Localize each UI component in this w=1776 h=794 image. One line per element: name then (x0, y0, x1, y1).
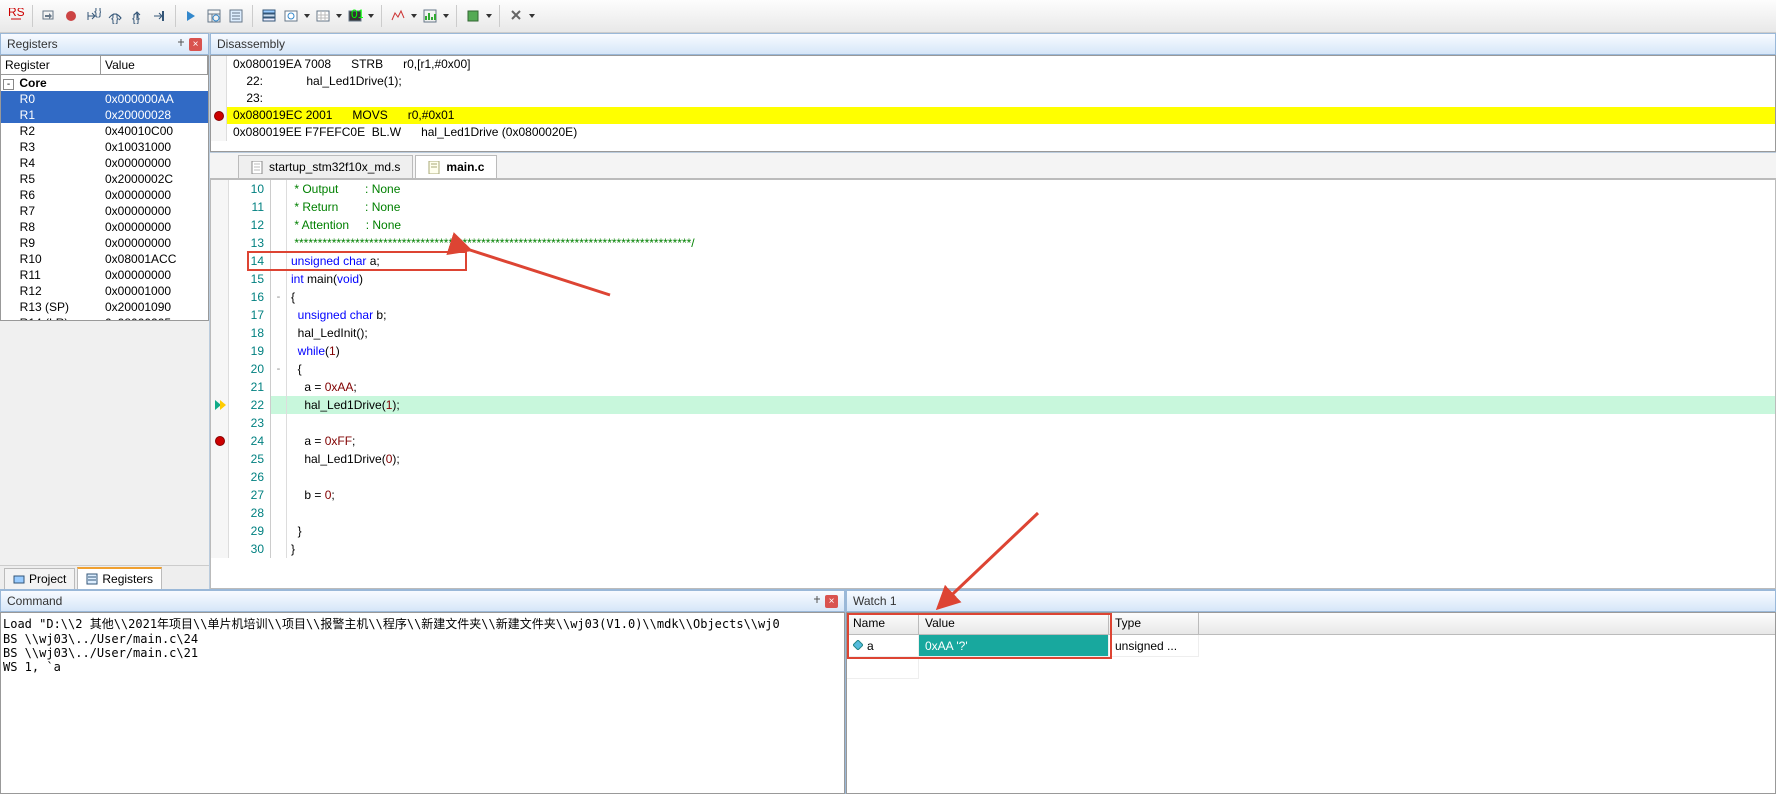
registers-header: Register Value (0, 55, 209, 75)
watch-col-name: Name (847, 613, 919, 634)
registers-tree[interactable]: - Core R0 0x000000AA R1 0x20000028 R2 0x… (0, 75, 209, 321)
step-over-button[interactable]: {} (105, 6, 125, 26)
disasm-line[interactable]: 22: hal_Led1Drive(1); (211, 73, 1775, 90)
memory-window-button[interactable] (313, 6, 333, 26)
registers-tab[interactable]: Registers (77, 567, 162, 589)
register-row[interactable]: R12 0x00001000 (1, 283, 208, 299)
code-line[interactable]: 27 b = 0; (211, 486, 1775, 504)
show-next-button[interactable] (182, 6, 202, 26)
register-row[interactable]: R3 0x10031000 (1, 139, 208, 155)
code-line[interactable]: 22 hal_Led1Drive(1); (211, 396, 1775, 414)
trace-dropdown[interactable] (442, 8, 450, 24)
registers-window-button[interactable] (226, 6, 246, 26)
editor-tabs: startup_stm32f10x_md.s main.c (210, 153, 1776, 179)
register-row[interactable]: R7 0x00000000 (1, 203, 208, 219)
registers-title: Registers × (0, 33, 209, 55)
code-line[interactable]: 21 a = 0xAA; (211, 378, 1775, 396)
step-out-button[interactable]: {} (127, 6, 147, 26)
register-row[interactable]: R10 0x08001ACC (1, 251, 208, 267)
register-row[interactable]: R13 (SP) 0x20001090 (1, 299, 208, 315)
command-title: Command × (0, 590, 845, 612)
register-row[interactable]: R6 0x00000000 (1, 187, 208, 203)
register-row[interactable]: R2 0x40010C00 (1, 123, 208, 139)
code-line[interactable]: 28 (211, 504, 1775, 522)
code-line[interactable]: 26 (211, 468, 1775, 486)
current-line-icon (214, 399, 226, 411)
toolbox-dropdown[interactable] (528, 8, 536, 24)
command-output[interactable]: Load "D:\\2 其他\\2021年项目\\单片机培训\\项目\\报警主机… (0, 612, 845, 794)
analyzer-dropdown[interactable] (410, 8, 418, 24)
disassembly-title: Disassembly (210, 33, 1776, 55)
code-line[interactable]: 23 (211, 414, 1775, 432)
watch-window-button[interactable] (281, 6, 301, 26)
pin-icon[interactable] (176, 39, 186, 49)
code-line[interactable]: 24 a = 0xFF; (211, 432, 1775, 450)
code-line[interactable]: 20 - { (211, 360, 1775, 378)
register-row[interactable]: R4 0x00000000 (1, 155, 208, 171)
stop-button[interactable] (61, 6, 81, 26)
code-line[interactable]: 18 hal_LedInit(); (211, 324, 1775, 342)
register-row[interactable]: R8 0x00000000 (1, 219, 208, 235)
call-stack-button[interactable] (259, 6, 279, 26)
code-line[interactable]: 25 hal_Led1Drive(0); (211, 450, 1775, 468)
toolbox-button[interactable] (506, 6, 526, 26)
serial-dropdown[interactable] (367, 8, 375, 24)
code-line[interactable]: 12 * Attention : None (211, 216, 1775, 234)
reset-button[interactable]: RST (6, 6, 26, 26)
code-editor[interactable]: 10 * Output : None 11 * Return : None 12… (210, 179, 1776, 589)
disassembly-view[interactable]: 0x080019EA 7008 STRB r0,[r1,#0x00] 22: h… (210, 55, 1776, 152)
watch-table[interactable]: Name Value Type a 0xAA '?' unsigned ... (846, 612, 1776, 794)
close-icon[interactable]: × (825, 595, 838, 608)
svg-text:{}: {} (132, 11, 140, 24)
register-row[interactable]: R9 0x00000000 (1, 235, 208, 251)
svg-text:{}: {} (94, 8, 101, 18)
watch-col-type: Type (1109, 613, 1199, 634)
svg-text:{}: {} (111, 11, 119, 24)
close-icon[interactable]: × (189, 38, 202, 51)
step-button[interactable]: {} (83, 6, 103, 26)
tab-startup[interactable]: startup_stm32f10x_md.s (238, 155, 413, 178)
register-row[interactable]: R0 0x000000AA (1, 91, 208, 107)
register-row[interactable]: R11 0x00000000 (1, 267, 208, 283)
memory-dropdown[interactable] (335, 8, 343, 24)
code-line[interactable]: 13 *************************************… (211, 234, 1775, 252)
disassembly-window-button[interactable] (204, 6, 224, 26)
disasm-line[interactable]: 0x080019EE F7FEFC0E BL.W hal_Led1Drive (… (211, 124, 1775, 141)
watch-row[interactable]: a 0xAA '?' unsigned ... (847, 635, 1775, 657)
watch-add-row[interactable] (847, 657, 1775, 679)
code-line[interactable]: 10 * Output : None (211, 180, 1775, 198)
disasm-line[interactable]: 23: (211, 90, 1775, 107)
code-line[interactable]: 15 int main(void) (211, 270, 1775, 288)
breakpoint-icon[interactable] (214, 111, 224, 121)
system-viewer-button[interactable] (463, 6, 483, 26)
code-line[interactable]: 14 unsigned char a; (211, 252, 1775, 270)
trace-button[interactable] (420, 6, 440, 26)
project-tab[interactable]: Project (4, 568, 75, 589)
main-toolbar: RST {} {} {} 011 (0, 0, 1776, 33)
system-viewer-dropdown[interactable] (485, 8, 493, 24)
breakpoint-icon[interactable] (215, 436, 225, 446)
pin-icon[interactable] (812, 596, 822, 606)
watch-col-value: Value (919, 613, 1109, 634)
code-line[interactable]: 17 unsigned char b; (211, 306, 1775, 324)
tab-main-c[interactable]: main.c (415, 155, 497, 178)
analyzer-button[interactable] (388, 6, 408, 26)
register-row[interactable]: R5 0x2000002C (1, 171, 208, 187)
watch-dropdown[interactable] (303, 8, 311, 24)
register-row[interactable]: R1 0x20000028 (1, 107, 208, 123)
disasm-line[interactable]: 0x080019EC 2001 MOVS r0,#0x01 (211, 107, 1775, 124)
code-line[interactable]: 16 - { (211, 288, 1775, 306)
code-line[interactable]: 29 } (211, 522, 1775, 540)
disasm-line[interactable]: 0x080019EA 7008 STRB r0,[r1,#0x00] (211, 56, 1775, 73)
run-to-cursor-button[interactable] (149, 6, 169, 26)
code-line[interactable]: 30 } (211, 540, 1775, 558)
watch-title: Watch 1 (846, 590, 1776, 612)
run-button[interactable] (39, 6, 59, 26)
svg-text:RST: RST (8, 8, 24, 19)
serial-window-button[interactable]: 011 (345, 6, 365, 26)
svg-text:011: 011 (351, 8, 363, 21)
code-line[interactable]: 19 while(1) (211, 342, 1775, 360)
code-line[interactable]: 11 * Return : None (211, 198, 1775, 216)
